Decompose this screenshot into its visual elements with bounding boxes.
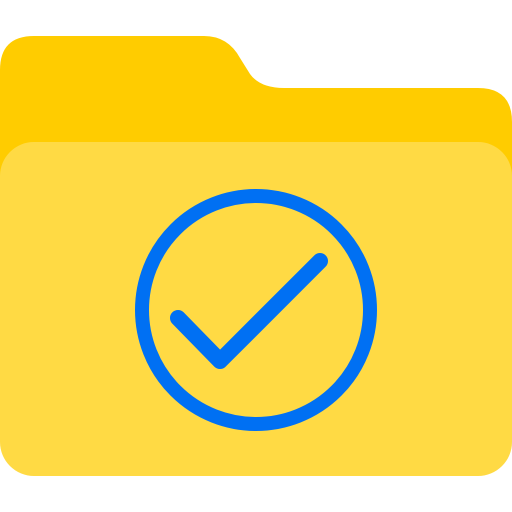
folder-check-icon [0, 36, 512, 476]
folder-check-canvas [0, 0, 512, 512]
